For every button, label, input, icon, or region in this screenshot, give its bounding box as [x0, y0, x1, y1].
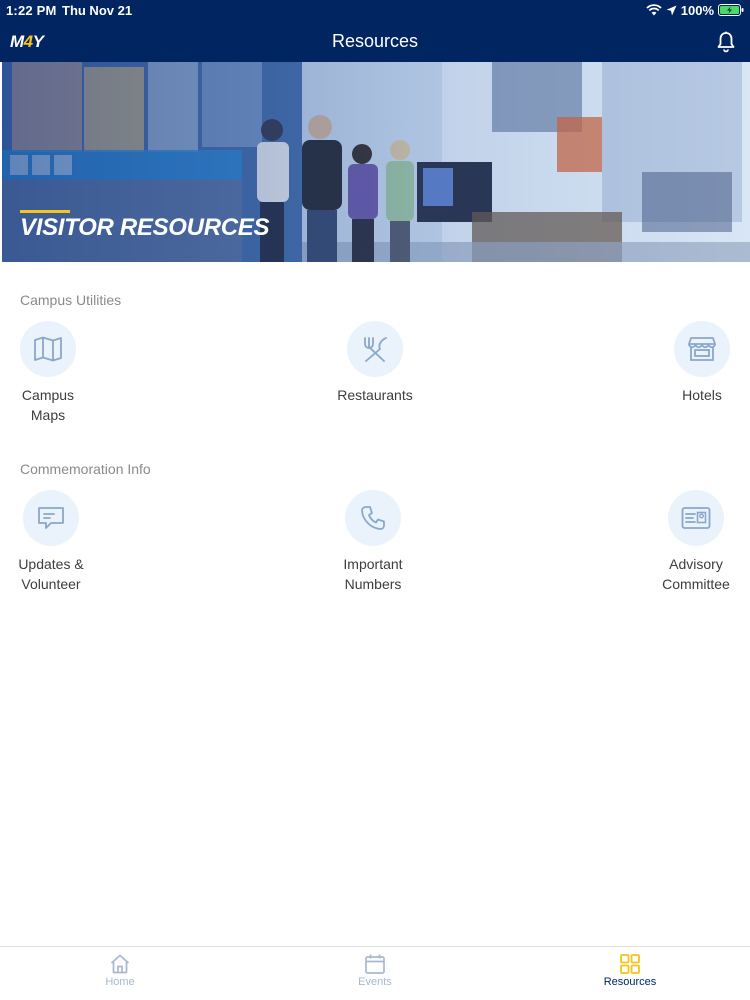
map-icon-circle: [20, 321, 76, 377]
restaurants-button[interactable]: Restaurants: [315, 321, 435, 406]
bell-icon[interactable]: [716, 31, 736, 53]
grid-icon: [620, 954, 640, 974]
phone-icon: [361, 506, 385, 530]
important-numbers-button[interactable]: Important Numbers: [313, 490, 433, 594]
advisory-committee-button[interactable]: Advisory Committee: [636, 490, 750, 594]
tab-events-label: Events: [358, 976, 392, 988]
battery-charging-icon: [718, 4, 744, 16]
advisory-label-1: Advisory: [669, 556, 723, 572]
location-arrow-icon: [666, 5, 677, 15]
important-numbers-label-2: Numbers: [344, 575, 402, 592]
hotels-label: Hotels: [682, 387, 722, 403]
campus-maps-button[interactable]: Campus Maps: [0, 321, 108, 425]
map-icon: [34, 336, 62, 362]
storefront-icon-circle: [674, 321, 730, 377]
status-time: 1:22 PM: [6, 3, 57, 18]
battery-percent: 100%: [680, 2, 714, 18]
restaurants-label: Restaurants: [337, 387, 413, 403]
hero-accent-bar: [20, 210, 70, 213]
hotels-button[interactable]: Hotels: [642, 321, 750, 406]
bottom-tab-bar: Home Events Resources: [0, 946, 750, 1000]
phone-icon-circle: [345, 490, 401, 546]
id-card-icon: [681, 507, 711, 529]
hero-banner: VISITOR RESOURCES: [2, 62, 750, 262]
campus-maps-label-2: Maps: [30, 406, 66, 423]
tab-home-label: Home: [105, 976, 135, 988]
campus-maps-label-1: Campus: [21, 387, 75, 403]
updates-volunteer-button[interactable]: Updates & Volunteer: [0, 490, 111, 594]
utensils-icon-circle: [347, 321, 403, 377]
important-numbers-label-1: Important: [343, 556, 403, 572]
hero-title: VISITOR RESOURCES: [20, 214, 270, 241]
message-icon-circle: [23, 490, 79, 546]
storefront-icon: [688, 337, 716, 361]
status-date: Thu Nov 21: [62, 3, 133, 18]
home-icon: [110, 954, 130, 974]
message-icon: [38, 507, 64, 529]
tab-resources[interactable]: Resources: [570, 953, 690, 988]
id-card-icon-circle: [668, 490, 724, 546]
tab-home[interactable]: Home: [60, 953, 180, 988]
section-label-commemoration-info: Commemoration Info: [20, 461, 151, 477]
tab-events[interactable]: Events: [315, 953, 435, 988]
utensils-icon: [364, 337, 387, 362]
updates-label-2: Volunteer: [21, 575, 81, 592]
updates-label-1: Updates &: [18, 556, 84, 572]
status-indicators: 100%: [646, 2, 744, 18]
tab-resources-label: Resources: [603, 976, 657, 988]
page-title: Resources: [331, 31, 419, 51]
section-label-campus-utilities: Campus Utilities: [20, 292, 122, 308]
advisory-label-2: Committee: [662, 575, 730, 592]
calendar-icon: [365, 954, 385, 974]
top-bar: 1:22 PM Thu Nov 21 100% M4Y Resources: [0, 0, 750, 62]
wifi-icon: [646, 4, 662, 16]
